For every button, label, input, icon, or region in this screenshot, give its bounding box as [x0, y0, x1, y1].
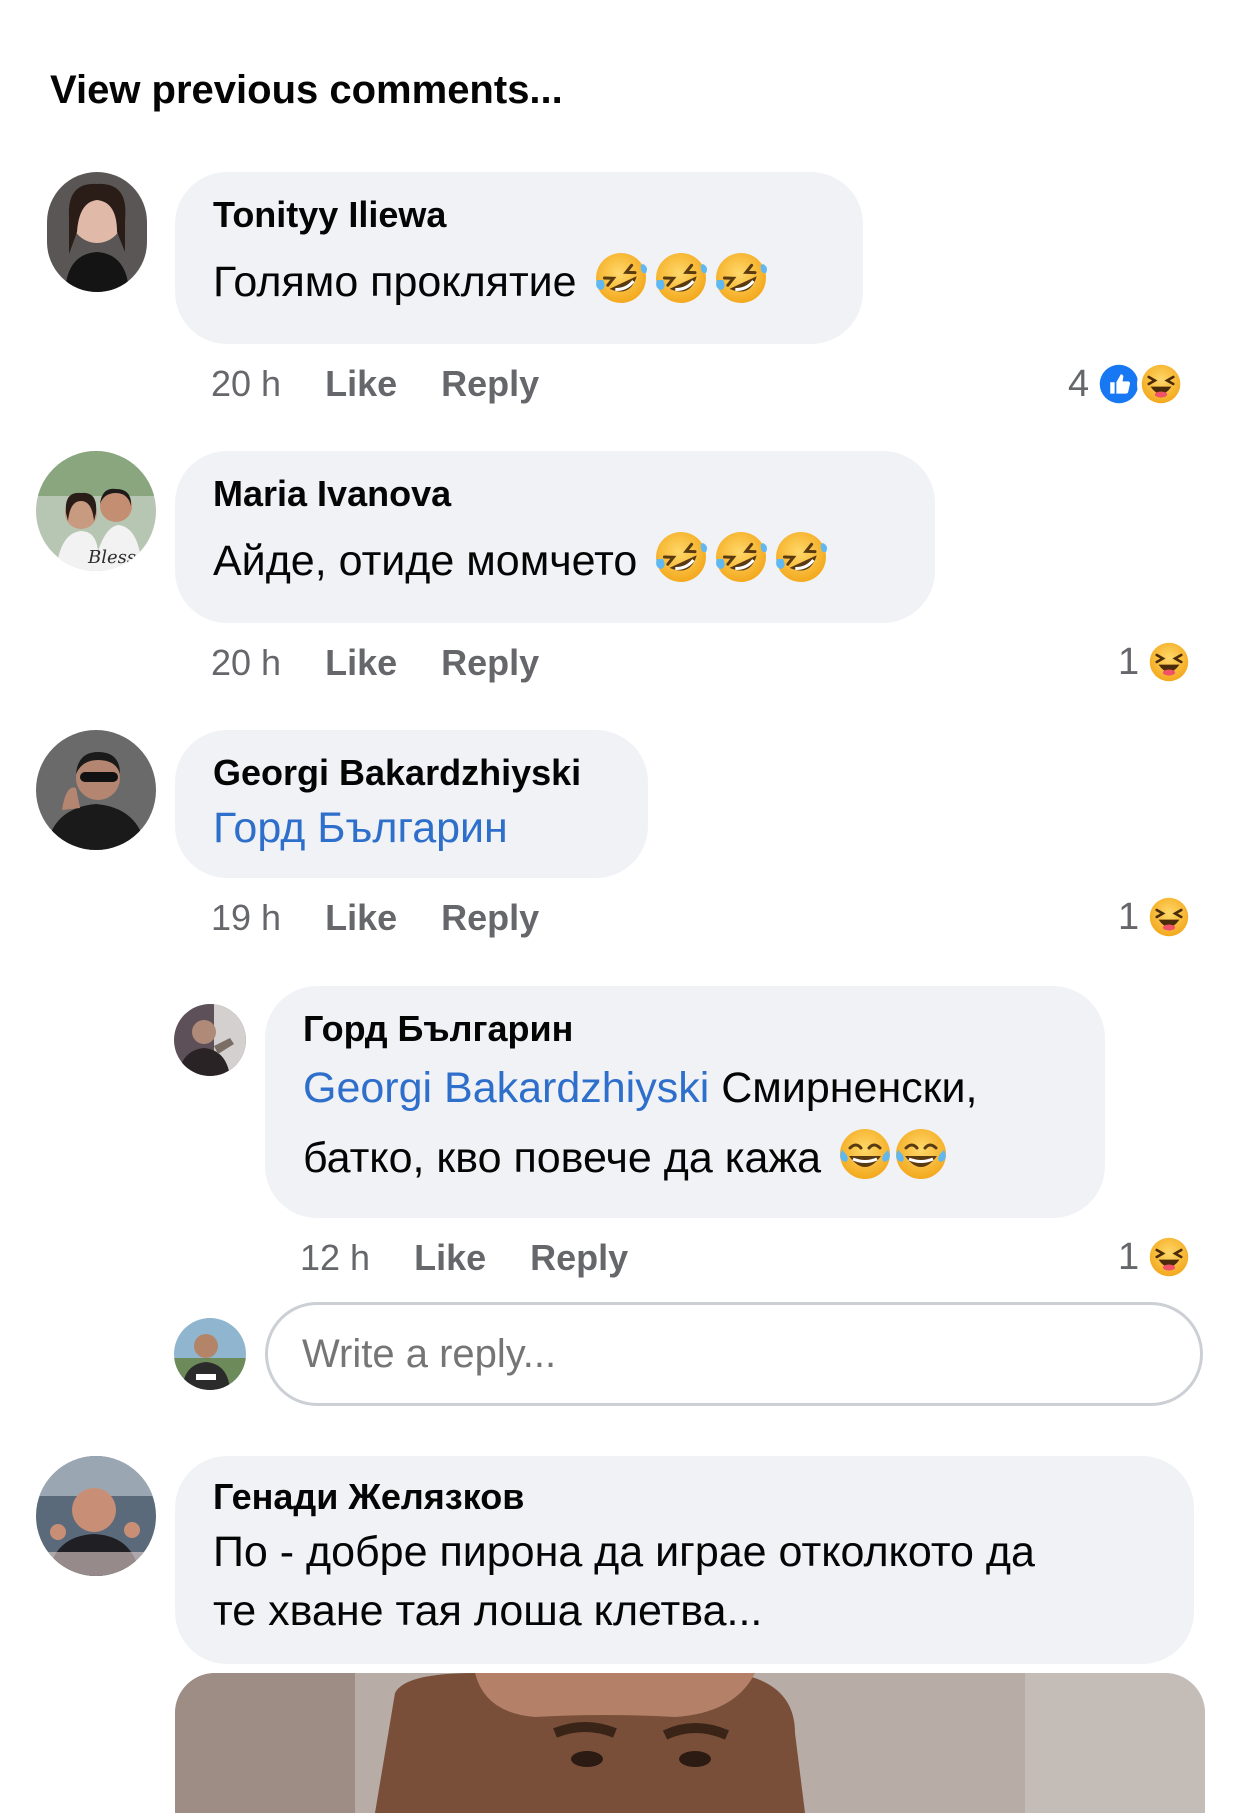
haha-reaction-icon	[1137, 360, 1186, 408]
comment-text-body: Голямо проклятие	[213, 258, 577, 306]
avatar-tonityy[interactable]	[47, 172, 147, 292]
rofl-emoji-icon	[653, 529, 709, 585]
comment-bubble: Генади Желязков По - добре пирона да игр…	[175, 1456, 1194, 1664]
comment-bubble: Maria Ivanova Айде, отиде момчето	[175, 451, 935, 623]
reply-button[interactable]: Reply	[441, 642, 539, 683]
write-reply-input[interactable]	[265, 1302, 1203, 1406]
haha-reaction-icon	[1145, 1233, 1194, 1281]
comment-meta: 20 h Like Reply	[211, 362, 539, 406]
rofl-emoji-icon	[653, 250, 709, 306]
haha-reaction-icon	[1145, 638, 1194, 686]
rofl-emoji-icon	[713, 529, 769, 585]
comment-author[interactable]: Georgi Bakardzhiyski	[213, 752, 610, 794]
like-button[interactable]: Like	[325, 642, 397, 683]
comment-text-body: Айде, отиде момчето	[213, 537, 638, 585]
comment-text-line1: По - добре пирона да играе отколкото да	[213, 1528, 1035, 1576]
reply-text-body: батко, кво повече да кажа	[303, 1134, 822, 1182]
comment-bubble: Tonityy Iliewa Голямо проклятие	[175, 172, 863, 344]
reply-text-line2: батко, кво повече да кажа	[303, 1120, 1067, 1196]
reaction-count: 1	[1118, 895, 1140, 938]
reaction-summary[interactable]: 4	[1068, 358, 1186, 410]
like-button[interactable]: Like	[414, 1237, 486, 1278]
comment-author[interactable]: Tonityy Iliewa	[213, 194, 825, 236]
joy-emoji-icon	[893, 1126, 949, 1182]
comment-author[interactable]: Maria Ivanova	[213, 473, 897, 515]
like-button[interactable]: Like	[325, 363, 397, 404]
mention-tag[interactable]: Georgi Bakardzhiyski	[303, 1064, 709, 1112]
comment-author[interactable]: Генади Желязков	[213, 1476, 1156, 1518]
reaction-count: 1	[1118, 1235, 1140, 1278]
rofl-emoji-icon	[593, 250, 649, 306]
avatar-overlay-text: Blessed	[87, 547, 156, 568]
avatar-georgi[interactable]	[36, 730, 156, 850]
rofl-emoji-icon	[713, 250, 769, 306]
reply-text-part: Смирненски,	[709, 1064, 978, 1112]
reaction-summary[interactable]: 1	[1118, 891, 1194, 943]
reaction-summary[interactable]: 1	[1118, 1231, 1194, 1283]
avatar-genadi[interactable]	[36, 1456, 156, 1576]
comment-text-line2: те хване тая лоша клетва...	[213, 1587, 763, 1635]
reaction-count: 1	[1118, 640, 1140, 683]
comment-text: Айде, отиде момчето	[213, 529, 897, 593]
haha-reaction-icon	[1145, 893, 1194, 941]
comment-meta: 19 h Like Reply	[211, 896, 539, 940]
comment-attached-image[interactable]	[175, 1673, 1205, 1813]
reaction-summary[interactable]: 1	[1118, 636, 1194, 688]
mention-tag[interactable]: Горд Българин	[213, 796, 610, 860]
reply-time: 12 h	[300, 1237, 371, 1278]
avatar-gord-bulgarin[interactable]	[174, 1004, 246, 1076]
reaction-count: 4	[1068, 362, 1090, 405]
comment-time: 19 h	[211, 897, 282, 938]
like-reaction-icon	[1095, 360, 1144, 408]
reply-text-line1: Georgi Bakardzhiyski Смирненски,	[303, 1056, 1067, 1120]
reply-meta: 12 h Like Reply	[300, 1236, 628, 1280]
avatar-maria[interactable]: Blessed	[36, 451, 156, 571]
comment-meta: 20 h Like Reply	[211, 641, 539, 685]
comment-text: Голямо проклятие	[213, 250, 825, 314]
reply-bubble: Горд Българин Georgi Bakardzhiyski Смирн…	[265, 986, 1105, 1218]
rofl-emoji-icon	[773, 529, 829, 585]
comment-time: 20 h	[211, 363, 282, 404]
view-previous-comments-link[interactable]: View previous comments...	[50, 60, 563, 120]
like-button[interactable]: Like	[325, 897, 397, 938]
comment-bubble: Georgi Bakardzhiyski Горд Българин	[175, 730, 648, 878]
reply-button[interactable]: Reply	[530, 1237, 628, 1278]
reply-author[interactable]: Горд Българин	[303, 1008, 1067, 1050]
reply-button[interactable]: Reply	[441, 897, 539, 938]
comment-time: 20 h	[211, 642, 282, 683]
current-user-avatar	[174, 1318, 246, 1390]
reply-button[interactable]: Reply	[441, 363, 539, 404]
joy-emoji-icon	[837, 1126, 893, 1182]
